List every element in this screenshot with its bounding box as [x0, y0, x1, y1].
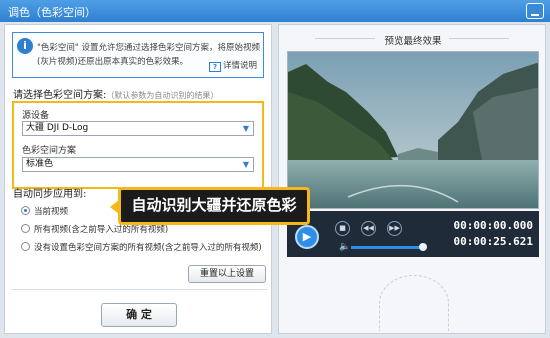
help-link[interactable]: ? 详情说明 [208, 59, 257, 72]
total-time: 00:00:25.621 [453, 235, 533, 248]
previous-frame-button[interactable]: ◀◀ [361, 221, 376, 236]
next-frame-button[interactable]: ▶▶ [387, 221, 402, 236]
radio-icon [21, 242, 30, 251]
volume-handle[interactable] [419, 243, 428, 251]
info-box: i "色彩空间" 设置允许您通过选择色彩空间方案，将原始视频(灰片视频)还原出原… [12, 32, 264, 78]
help-icon: ? [208, 62, 221, 72]
radio-current-video[interactable]: 当前视频 [21, 205, 68, 217]
radio-label: 没有设置色彩空间方案的所有视频(含之前导入过的所有视频) [34, 243, 262, 253]
play-button[interactable]: ▶ [295, 225, 319, 249]
play-icon: ▶ [302, 230, 312, 243]
device-label: 源设备 [22, 111, 50, 121]
info-icon: i [17, 38, 33, 54]
settings-panel: i "色彩空间" 设置允许您通过选择色彩空间方案，将原始视频(灰片视频)还原出原… [4, 24, 272, 334]
skip-forward-icon: ▶▶ [389, 224, 400, 232]
radio-label: 所有视频(含之前导入过的所有视频) [34, 225, 169, 235]
stop-icon: ■ [339, 224, 346, 232]
device-value: 大疆 DJI D-Log [26, 123, 89, 133]
title-bar: 调色（色彩空间） [0, 0, 550, 22]
preview-panel: 预览最终效果 ▶ ■ ◀◀ ▶▶ 🔈 00:00:00.000 00:00:25… [278, 24, 546, 334]
divider [11, 289, 267, 290]
video-preview[interactable] [287, 51, 539, 209]
apply-heading: 自动同步应用到: [13, 189, 87, 200]
radio-icon [21, 224, 30, 233]
scheme-selection-box: 源设备 大疆 DJI D-Log ▼ 色彩空间方案 标准色 ▼ [12, 101, 264, 189]
mascot-illustration [379, 275, 449, 331]
scheme-hint: （默认参数为自动识别的结果） [106, 91, 219, 100]
minimize-button[interactable] [526, 3, 544, 19]
stop-button[interactable]: ■ [335, 221, 350, 236]
highlight-callout: 自动识别大疆并还原色彩 [110, 187, 310, 225]
device-dropdown[interactable]: 大疆 DJI D-Log ▼ [22, 121, 254, 136]
divider [449, 38, 509, 39]
volume-slider[interactable] [351, 243, 428, 251]
color-space-value: 标准色 [26, 159, 54, 169]
chevron-down-icon: ▼ [242, 160, 250, 169]
help-link-label: 详情说明 [222, 61, 257, 71]
radio-unset-videos[interactable]: 没有设置色彩空间方案的所有视频(含之前导入过的所有视频) [21, 241, 262, 253]
ok-button[interactable]: 确 定 [101, 303, 177, 327]
volume-icon: 🔈 [339, 242, 351, 252]
chevron-down-icon: ▼ [242, 124, 250, 133]
preview-title: 预览最终效果 [384, 36, 442, 47]
color-space-label: 色彩空间方案 [22, 146, 77, 156]
playback-controls: ▶ ■ ◀◀ ▶▶ 🔈 00:00:00.000 00:00:25.621 [287, 211, 539, 257]
color-space-dropdown[interactable]: 标准色 ▼ [22, 157, 254, 172]
current-time: 00:00:00.000 [453, 219, 533, 232]
volume-fill [351, 246, 424, 249]
radio-label: 当前视频 [34, 207, 69, 217]
reset-button[interactable]: 重置以上设置 [188, 265, 266, 283]
window-title: 调色（色彩空间） [8, 6, 96, 19]
skip-back-icon: ◀◀ [363, 224, 374, 232]
minimize-icon [531, 14, 539, 16]
landscape-image [288, 52, 538, 208]
scheme-heading: 请选择色彩空间方案:（默认参数为自动识别的结果） [13, 86, 218, 101]
scheme-heading-text: 请选择色彩空间方案: [13, 90, 107, 101]
radio-selected-icon [21, 206, 30, 215]
